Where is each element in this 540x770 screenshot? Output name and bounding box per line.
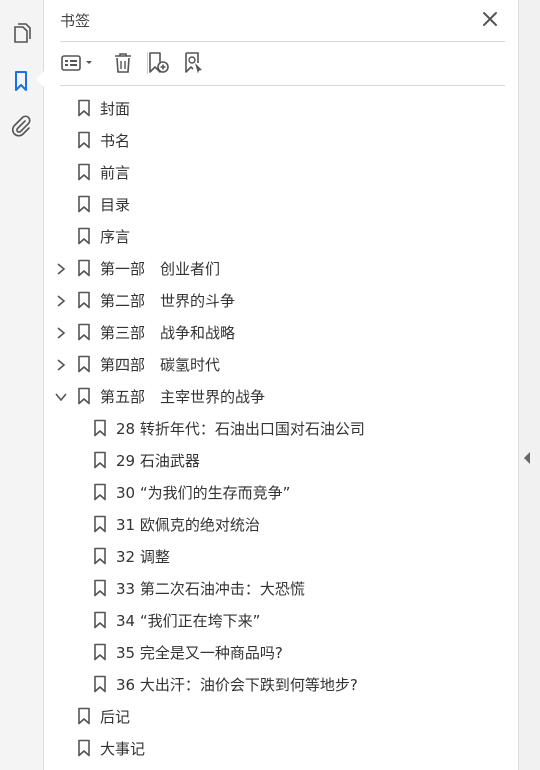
bookmark-item[interactable]: 29 石油武器 xyxy=(44,444,518,476)
bookmark-label: 34 “我们正在垮下来” xyxy=(116,612,261,630)
bookmark-item[interactable]: 封面 xyxy=(44,92,518,124)
bookmark-icon xyxy=(93,675,107,693)
bookmark-label: 第一部 创业者们 xyxy=(100,260,221,278)
bookmark-icon xyxy=(77,387,91,405)
bookmark-item[interactable]: 第一部 创业者们 xyxy=(44,252,518,284)
bookmark-label: 第五部 主宰世界的战争 xyxy=(100,388,266,406)
bookmark-icon xyxy=(77,707,91,725)
bookmark-label: 第三部 战争和战略 xyxy=(100,324,236,342)
bookmark-item[interactable]: 目录 xyxy=(44,188,518,220)
attachments-paperclip-icon[interactable] xyxy=(8,113,34,139)
bookmark-label: 第二部 世界的斗争 xyxy=(100,292,236,310)
bookmark-item[interactable]: 书名 xyxy=(44,124,518,156)
bookmark-label: 第四部 碳氢时代 xyxy=(100,356,221,374)
bookmark-label: 封面 xyxy=(100,100,131,118)
close-icon[interactable] xyxy=(480,9,500,29)
divider xyxy=(60,85,505,86)
bookmark-icon xyxy=(77,739,91,757)
bookmark-tree: 封面书名前言目录序言第一部 创业者们 第二部 世界的斗争 第三部 战争和战略 第四部 … xyxy=(44,92,518,764)
bookmark-icon xyxy=(77,227,91,245)
bookmark-icon xyxy=(77,163,91,181)
bookmark-label: 36 大出汗：油价会下跌到何等地步? xyxy=(116,676,358,694)
bookmark-icon xyxy=(77,195,91,213)
bookmark-item[interactable]: 31 欧佩克的绝对统治 xyxy=(44,508,518,540)
divider xyxy=(60,41,505,42)
bookmark-icon xyxy=(93,419,107,437)
active-panel-indicator xyxy=(36,71,44,87)
chevron-down-icon[interactable] xyxy=(54,389,68,403)
chevron-right-icon[interactable] xyxy=(54,357,68,371)
bookmark-item[interactable]: 28 转折年代：石油出口国对石油公司 xyxy=(44,412,518,444)
bookmarks-panel-icon[interactable] xyxy=(8,68,34,94)
bookmark-label: 30 “为我们的生存而竞争” xyxy=(116,484,291,502)
bookmark-icon xyxy=(77,259,91,277)
collapse-panel-arrow-icon[interactable] xyxy=(524,452,530,464)
bookmark-item[interactable]: 第四部 碳氢时代 xyxy=(44,348,518,380)
bookmark-item[interactable]: 36 大出汗：油价会下跌到何等地步? xyxy=(44,668,518,700)
bookmark-icon xyxy=(77,355,91,373)
navigation-rail xyxy=(0,0,44,770)
bookmark-item[interactable]: 35 完全是又一种商品吗? xyxy=(44,636,518,668)
bookmark-item[interactable]: 第三部 战争和战略 xyxy=(44,316,518,348)
options-menu-button[interactable] xyxy=(58,50,98,76)
add-bookmark-icon[interactable] xyxy=(144,50,172,76)
bookmark-icon xyxy=(93,547,107,565)
bookmark-item[interactable]: 32 调整 xyxy=(44,540,518,572)
bookmark-item[interactable]: 30 “为我们的生存而竞争” xyxy=(44,476,518,508)
bookmark-item[interactable]: 序言 xyxy=(44,220,518,252)
bookmark-label: 书名 xyxy=(100,132,131,150)
bookmark-label: 28 转折年代：石油出口国对石油公司 xyxy=(116,420,365,438)
bookmark-label: 前言 xyxy=(100,164,131,182)
bookmark-label: 32 调整 xyxy=(116,548,170,566)
right-panel-edge xyxy=(518,0,540,770)
bookmark-item[interactable]: 后记 xyxy=(44,700,518,732)
bookmark-icon xyxy=(77,99,91,117)
chevron-right-icon[interactable] xyxy=(54,325,68,339)
bookmark-icon xyxy=(93,579,107,597)
bookmark-label: 33 第二次石油冲击：大恐慌 xyxy=(116,580,305,598)
bookmark-item[interactable]: 33 第二次石油冲击：大恐慌 xyxy=(44,572,518,604)
bookmark-item[interactable]: 第二部 世界的斗争 xyxy=(44,284,518,316)
bookmark-icon xyxy=(93,515,107,533)
bookmark-label: 大事记 xyxy=(100,740,146,758)
bookmark-label: 序言 xyxy=(100,228,131,246)
bookmark-icon xyxy=(77,131,91,149)
bookmark-item[interactable]: 前言 xyxy=(44,156,518,188)
chevron-right-icon[interactable] xyxy=(54,293,68,307)
pages-thumbnails-icon[interactable] xyxy=(8,21,34,47)
bookmark-item[interactable]: 第五部 主宰世界的战争 xyxy=(44,380,518,412)
bookmark-label: 35 完全是又一种商品吗? xyxy=(116,644,283,662)
bookmark-icon xyxy=(93,643,107,661)
bookmark-properties-icon[interactable] xyxy=(180,50,208,76)
bookmark-icon xyxy=(93,483,107,501)
bookmark-icon xyxy=(93,611,107,629)
bookmarks-toolbar xyxy=(56,48,516,78)
bookmark-label: 31 欧佩克的绝对统治 xyxy=(116,516,260,534)
bookmark-icon xyxy=(77,291,91,309)
bookmark-item[interactable]: 34 “我们正在垮下来” xyxy=(44,604,518,636)
bookmark-icon xyxy=(77,323,91,341)
bookmark-item[interactable]: 大事记 xyxy=(44,732,518,764)
bookmark-label: 后记 xyxy=(100,708,131,726)
delete-bookmark-trash-icon[interactable] xyxy=(110,50,136,76)
bookmark-label: 目录 xyxy=(100,196,131,214)
bookmark-label: 29 石油武器 xyxy=(116,452,200,470)
bookmarks-panel: 书签 封面 书名 前言 目录 序言 第一部 创业者们 第二部 世界的斗争 第三部… xyxy=(44,0,518,770)
bookmark-icon xyxy=(93,451,107,469)
chevron-right-icon[interactable] xyxy=(54,261,68,275)
panel-title: 书签 xyxy=(60,12,91,30)
